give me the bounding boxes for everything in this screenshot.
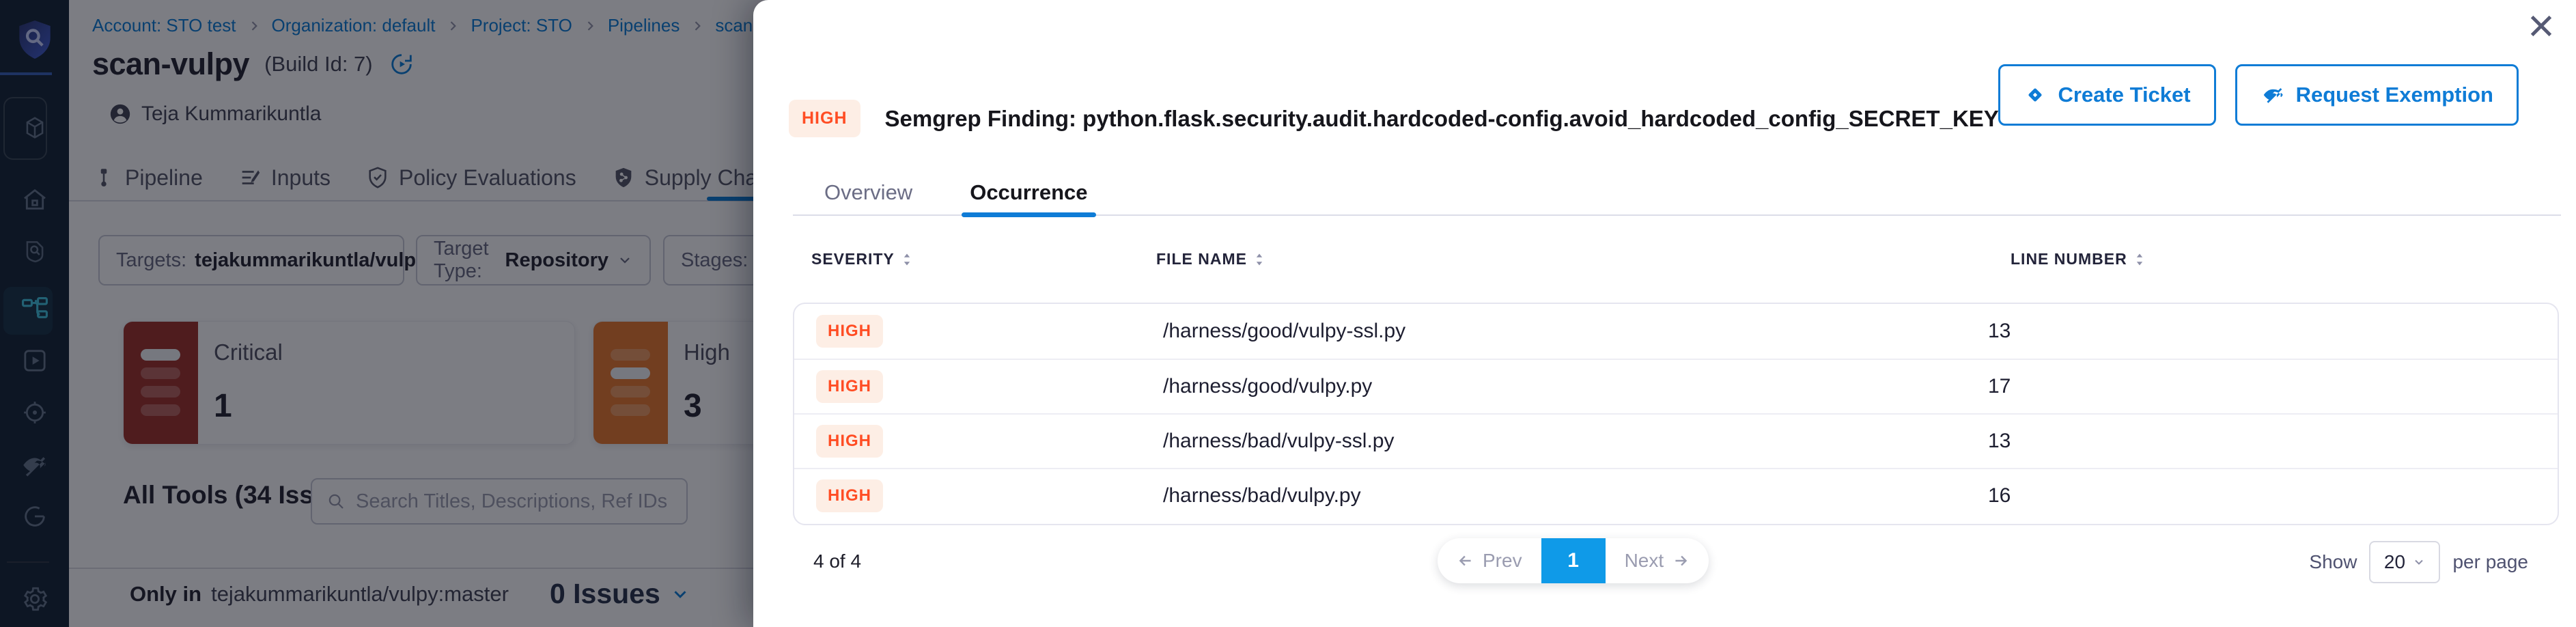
create-ticket-button[interactable]: Create Ticket: [1998, 64, 2215, 126]
column-label: SEVERITY: [811, 250, 895, 268]
file-name-cell: /harness/good/vulpy-ssl.py: [1163, 320, 1405, 343]
table-row[interactable]: HIGH /harness/good/vulpy.py 17: [794, 359, 2558, 413]
finding-drawer: Create Ticket Request Exemption HIGH Sem…: [753, 0, 2576, 627]
occurrence-table: HIGH /harness/good/vulpy-ssl.py 13 HIGH …: [793, 303, 2559, 525]
column-header-line-number[interactable]: LINE NUMBER: [2011, 250, 2145, 268]
button-label: Prev: [1483, 550, 1522, 572]
next-page-button[interactable]: Next: [1606, 538, 1709, 583]
page-size-value: 20: [2384, 551, 2405, 573]
close-icon[interactable]: [2523, 8, 2559, 44]
chevron-down-icon: [2412, 555, 2426, 569]
pagination-controls: Prev 1 Next: [1438, 538, 1709, 583]
prev-page-button[interactable]: Prev: [1438, 538, 1541, 583]
column-label: FILE NAME: [1156, 250, 1247, 268]
table-row[interactable]: HIGH /harness/bad/vulpy.py 16: [794, 468, 2558, 522]
table-row[interactable]: HIGH /harness/bad/vulpy-ssl.py 13: [794, 413, 2558, 468]
arrow-right-icon: [1672, 552, 1690, 570]
severity-badge: HIGH: [816, 315, 883, 348]
button-label: Create Ticket: [2058, 83, 2190, 107]
sort-icon: [1254, 252, 1265, 267]
line-number-cell: 17: [1988, 375, 2011, 398]
file-name-cell: /harness/bad/vulpy-ssl.py: [1163, 430, 1395, 453]
finding-title: Semgrep Finding: python.flask.security.a…: [885, 106, 1999, 132]
severity-badge: HIGH: [789, 100, 860, 137]
sort-icon: [2134, 252, 2145, 267]
per-page-label: per page: [2452, 551, 2528, 573]
severity-badge: HIGH: [816, 370, 883, 403]
column-header-file-name[interactable]: FILE NAME: [1156, 250, 1265, 268]
line-number-cell: 13: [1988, 430, 2011, 453]
line-number-cell: 13: [1988, 320, 2011, 343]
severity-badge: HIGH: [816, 479, 883, 512]
file-name-cell: /harness/bad/vulpy.py: [1163, 484, 1361, 507]
ticket-diamond-icon: [2024, 83, 2047, 107]
file-name-cell: /harness/good/vulpy.py: [1163, 375, 1372, 398]
column-header-severity[interactable]: SEVERITY: [811, 250, 912, 268]
page-size-select[interactable]: 20: [2369, 541, 2440, 583]
request-exemption-button[interactable]: Request Exemption: [2235, 64, 2519, 126]
eye-slash-icon: [2260, 83, 2285, 107]
tab-overview[interactable]: Overview: [824, 171, 912, 214]
column-label: LINE NUMBER: [2011, 250, 2127, 268]
app-window: Account: STO test Organization: default …: [0, 0, 2576, 627]
page-number-active[interactable]: 1: [1541, 538, 1606, 583]
button-label: Next: [1625, 550, 1664, 572]
pagination-range: 4 of 4: [813, 551, 861, 572]
line-number-cell: 16: [1988, 484, 2011, 507]
show-label: Show: [2309, 551, 2357, 573]
tab-occurrence[interactable]: Occurrence: [970, 171, 1087, 214]
table-row[interactable]: HIGH /harness/good/vulpy-ssl.py 13: [794, 304, 2558, 359]
drawer-tabs: Overview Occurrence: [793, 171, 2561, 216]
severity-badge: HIGH: [816, 425, 883, 458]
sort-icon: [901, 252, 912, 267]
arrow-left-icon: [1457, 552, 1474, 570]
button-label: Request Exemption: [2296, 83, 2493, 107]
